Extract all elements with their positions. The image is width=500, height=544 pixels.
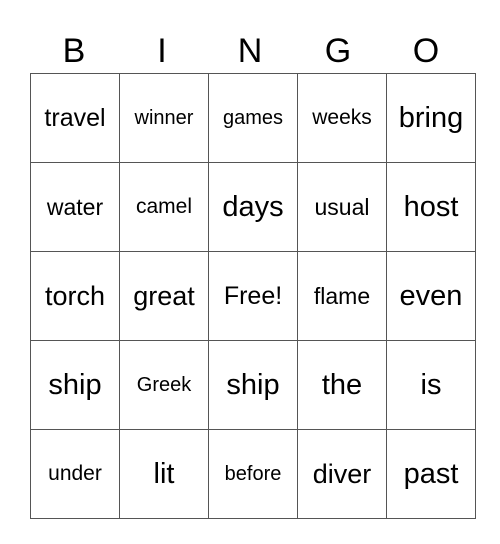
bingo-cell[interactable]: travel <box>30 73 120 163</box>
header-letter-n: N <box>237 32 263 70</box>
bingo-cell[interactable]: host <box>386 162 476 252</box>
bingo-cell[interactable]: water <box>30 162 120 252</box>
bingo-cell[interactable]: weeks <box>297 73 387 163</box>
bingo-cell[interactable]: camel <box>119 162 209 252</box>
header-letter-g: G <box>324 32 352 70</box>
bingo-cell[interactable]: under <box>30 429 120 519</box>
bingo-header: B I N G O <box>30 30 470 72</box>
header-letter-b: B <box>62 32 86 70</box>
header-letter-o: O <box>412 32 440 70</box>
bingo-cell[interactable]: past <box>386 429 476 519</box>
bingo-cell[interactable]: diver <box>297 429 387 519</box>
bingo-cell[interactable]: winner <box>119 73 209 163</box>
bingo-row: travel winner games weeks bring <box>30 73 476 163</box>
bingo-row: ship Greek ship the is <box>30 340 476 430</box>
free-space-cell[interactable]: Free! <box>208 251 298 341</box>
bingo-cell[interactable]: flame <box>297 251 387 341</box>
bingo-cell[interactable]: ship <box>30 340 120 430</box>
bingo-cell[interactable]: the <box>297 340 387 430</box>
bingo-card: travel winner games weeks bring water ca… <box>30 73 476 519</box>
bingo-row: water camel days usual host <box>30 162 476 252</box>
bingo-cell[interactable]: torch <box>30 251 120 341</box>
bingo-cell[interactable]: lit <box>119 429 209 519</box>
bingo-cell[interactable]: is <box>386 340 476 430</box>
bingo-cell[interactable]: usual <box>297 162 387 252</box>
bingo-cell[interactable]: ship <box>208 340 298 430</box>
bingo-row: torch great Free! flame even <box>30 251 476 341</box>
bingo-cell[interactable]: Greek <box>119 340 209 430</box>
bingo-row: under lit before diver past <box>30 429 476 519</box>
bingo-cell[interactable]: great <box>119 251 209 341</box>
bingo-cell[interactable]: days <box>208 162 298 252</box>
bingo-cell[interactable]: even <box>386 251 476 341</box>
bingo-cell[interactable]: games <box>208 73 298 163</box>
bingo-cell[interactable]: before <box>208 429 298 519</box>
bingo-cell[interactable]: bring <box>386 73 476 163</box>
header-letter-i: I <box>157 32 167 70</box>
